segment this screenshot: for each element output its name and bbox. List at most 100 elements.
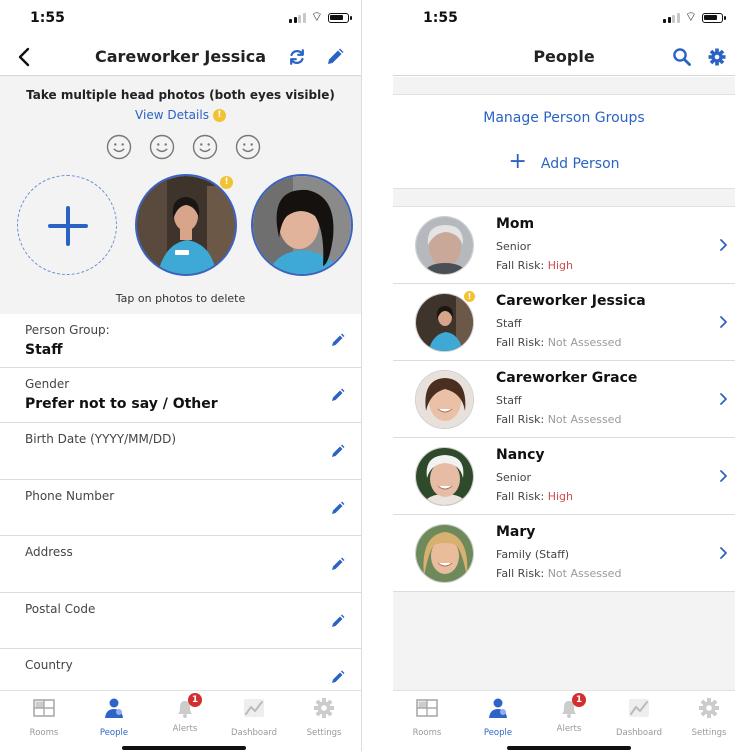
tab-bar: Rooms People 1 Alerts Dashboard Settings <box>393 690 735 751</box>
person-group: Family (Staff) <box>496 548 570 561</box>
tab-dashboard[interactable]: Dashboard <box>224 697 284 738</box>
warning-icon: ! <box>212 109 226 122</box>
field-phone-number[interactable]: Phone Number <box>0 480 361 536</box>
fall-risk-value: Not Assessed <box>547 336 622 349</box>
edit-pencil-icon[interactable] <box>331 501 345 515</box>
tab-dashboard[interactable]: Dashboard <box>609 697 669 738</box>
field-label: Country <box>25 658 73 672</box>
field-value: Staff <box>25 342 63 358</box>
tab-settings[interactable]: Settings <box>294 697 354 738</box>
chevron-right-icon <box>720 470 727 482</box>
person-row[interactable]: Mom Senior Fall Risk: High <box>393 207 735 284</box>
add-photo-button[interactable] <box>17 175 117 275</box>
alerts-badge: 1 <box>572 693 586 707</box>
avatar <box>415 447 474 506</box>
status-icons: ⌔ <box>289 10 352 25</box>
refresh-icon[interactable] <box>287 47 307 67</box>
bell-icon: 1 <box>174 693 202 719</box>
field-person-group[interactable]: Person Group: Staff <box>0 314 361 368</box>
tab-settings[interactable]: Settings <box>679 697 735 738</box>
rooms-icon <box>416 699 438 717</box>
search-icon[interactable] <box>672 47 692 67</box>
edit-pencil-icon[interactable] <box>331 444 345 458</box>
person-fields: Person Group: Staff Gender Prefer not to… <box>0 314 361 699</box>
person-row[interactable]: ! Careworker Jessica Staff Fall Risk: No… <box>393 284 735 361</box>
field-address[interactable]: Address <box>0 536 361 593</box>
list-empty-area <box>393 592 735 690</box>
tab-rooms[interactable]: Rooms <box>397 697 457 738</box>
field-birth-date[interactable]: Birth Date (YYYY/MM/DD) <box>0 423 361 480</box>
person-name: Mary <box>496 524 536 540</box>
warning-icon: ! <box>464 291 475 302</box>
smiley-icon <box>235 134 261 160</box>
field-label: Postal Code <box>25 602 96 616</box>
field-gender[interactable]: Gender Prefer not to say / Other <box>0 368 361 423</box>
people-icon <box>105 698 123 718</box>
fall-risk: Fall Risk: High <box>496 490 573 503</box>
rooms-icon <box>33 699 55 717</box>
person-row[interactable]: Nancy Senior Fall Risk: High <box>393 438 735 515</box>
tab-alerts[interactable]: 1 Alerts <box>539 693 599 734</box>
fall-risk: Fall Risk: Not Assessed <box>496 567 621 580</box>
edit-pencil-icon[interactable] <box>331 557 345 571</box>
person-name: Careworker Grace <box>496 370 638 386</box>
section-spacer <box>393 189 735 207</box>
tab-people[interactable]: People <box>468 697 528 738</box>
view-details-label: View Details <box>135 108 209 122</box>
person-row[interactable]: Mary Family (Staff) Fall Risk: Not Asses… <box>393 515 735 592</box>
field-label: Gender <box>25 377 70 391</box>
wifi-icon: ⌔ <box>310 10 323 25</box>
add-person-button[interactable]: + Add Person <box>393 141 735 189</box>
section-spacer <box>393 77 735 94</box>
alerts-badge: 1 <box>188 693 202 707</box>
tab-label: Settings <box>691 728 727 738</box>
field-postal-code[interactable]: Postal Code <box>0 593 361 649</box>
plus-icon <box>48 206 88 246</box>
head-photo[interactable] <box>135 174 237 276</box>
tab-label: People <box>99 728 129 738</box>
avatar <box>415 216 474 275</box>
home-indicator[interactable] <box>507 746 631 750</box>
head-photo[interactable] <box>251 174 353 276</box>
status-bar: 1:55 ⌔ <box>393 0 735 40</box>
header: Careworker Jessica <box>0 40 361 76</box>
tap-to-delete-hint: Tap on photos to delete <box>115 292 246 305</box>
view-details-link[interactable]: View Details! <box>0 108 361 122</box>
edit-pencil-icon[interactable] <box>331 614 345 628</box>
smiley-icon <box>106 134 132 160</box>
edit-pencil-icon[interactable] <box>331 670 345 684</box>
avatar <box>415 293 474 352</box>
chevron-right-icon <box>720 316 727 328</box>
field-value: Prefer not to say / Other <box>25 396 218 412</box>
edit-pencil-icon[interactable] <box>331 388 345 402</box>
head-photo-image <box>253 176 351 274</box>
chevron-right-icon <box>720 393 727 405</box>
field-label: Person Group: <box>25 323 110 337</box>
edit-pencil-icon[interactable] <box>325 47 345 67</box>
edit-pencil-icon[interactable] <box>331 333 345 347</box>
tab-rooms[interactable]: Rooms <box>14 697 74 738</box>
tab-label: Alerts <box>172 724 198 734</box>
tab-label: Settings <box>306 728 342 738</box>
home-indicator[interactable] <box>122 746 246 750</box>
gear-icon <box>314 698 334 718</box>
fall-risk-label: Fall Risk: <box>496 567 545 580</box>
photo-warning-icon: ! <box>220 176 233 189</box>
gear-icon[interactable] <box>707 47 727 67</box>
photo-progress-indicators <box>106 134 261 160</box>
status-bar: 1:55 ⌔ <box>0 0 361 40</box>
smiley-icon <box>192 134 218 160</box>
avatar <box>415 370 474 429</box>
battery-icon <box>702 12 726 23</box>
tab-label: Alerts <box>556 724 582 734</box>
people-icon <box>489 698 507 718</box>
manage-person-groups-button[interactable]: Manage Person Groups <box>393 94 735 142</box>
person-group: Senior <box>496 240 532 253</box>
tab-people[interactable]: People <box>84 697 144 738</box>
fall-risk-label: Fall Risk: <box>496 259 545 272</box>
tab-alerts[interactable]: 1 Alerts <box>155 693 215 734</box>
battery-icon <box>328 12 352 23</box>
tab-label: Rooms <box>29 728 59 738</box>
person-row[interactable]: Careworker Grace Staff Fall Risk: Not As… <box>393 361 735 438</box>
bell-icon: 1 <box>558 693 586 719</box>
